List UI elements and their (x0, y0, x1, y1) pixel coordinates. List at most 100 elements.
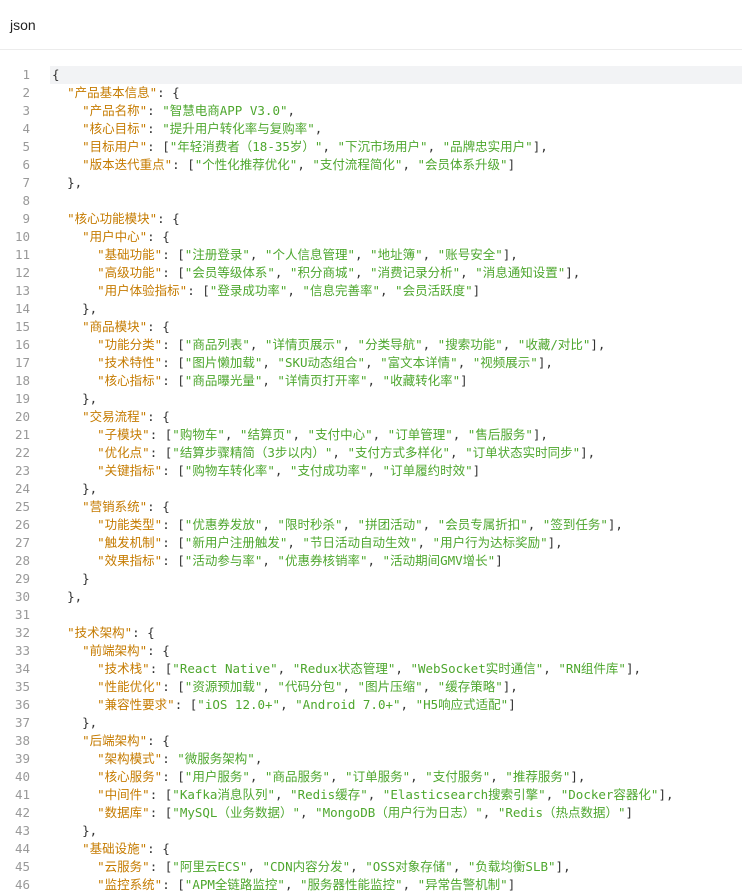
line-number: 9 (22, 211, 30, 226)
code-line[interactable]: 32 "技术架构": { (0, 624, 742, 642)
code-line[interactable]: 27 "触发机制": ["新用户注册触发", "节日活动自动生效", "用户行为… (0, 534, 742, 552)
line-number: 36 (14, 697, 30, 712)
json-string: "Elasticsearch搜索引擎" (382, 787, 546, 802)
json-punctuation: , (262, 373, 278, 388)
code-line[interactable]: 5 "目标用户": ["年轻消费者（18-35岁）", "下沉市场用户", "品… (0, 138, 742, 156)
json-punctuation: , (329, 769, 346, 784)
code-line[interactable]: 36 "兼容性要求": ["iOS 12.0+", "Android 7.0+"… (0, 696, 742, 714)
line-content: "前端架构": { (50, 642, 742, 660)
json-string: "搜索功能" (437, 337, 503, 352)
code-line[interactable]: 29 } (0, 570, 742, 588)
code-line[interactable]: 30 }, (0, 588, 742, 606)
code-line[interactable]: 17 "技术特性": ["图片懒加载", "SKU动态组合", "富文本详情",… (0, 354, 742, 372)
json-punctuation: , (452, 859, 468, 874)
json-string: "Redux状态管理" (292, 661, 396, 676)
json-punctuation: }, (67, 589, 83, 604)
code-line[interactable]: 20 "交易流程": { (0, 408, 742, 426)
code-line[interactable]: 39 "架构模式": "微服务架构", (0, 750, 742, 768)
json-punctuation: , (292, 427, 308, 442)
json-punctuation: : [ (162, 247, 185, 262)
line-content: "产品名称": "智慧电商APP V3.0", (50, 102, 742, 120)
json-string: "智慧电商APP V3.0" (162, 103, 288, 118)
code-line[interactable]: 15 "商品模块": { (0, 318, 742, 336)
code-line[interactable]: 38 "后端架构": { (0, 732, 742, 750)
code-line[interactable]: 34 "技术栈": ["React Native", "Redux状态管理", … (0, 660, 742, 678)
code-line[interactable]: 41 "中间件": ["Kafka消息队列", "Redis缓存", "Elas… (0, 786, 742, 804)
code-line[interactable]: 14 }, (0, 300, 742, 318)
json-punctuation: , (280, 697, 296, 712)
code-line[interactable]: 40 "核心服务": ["用户服务", "商品服务", "订单服务", "支付服… (0, 768, 742, 786)
code-line[interactable]: 19 }, (0, 390, 742, 408)
line-number: 33 (14, 643, 30, 658)
code-line[interactable]: 13 "用户体验指标": ["登录成功率", "信息完善率", "会员活跃度"] (0, 282, 742, 300)
json-punctuation: : [ (149, 859, 173, 874)
code-line[interactable]: 16 "功能分类": ["商品列表", "详情页展示", "分类导航", "搜索… (0, 336, 742, 354)
line-number: 43 (14, 823, 30, 838)
json-string: "优惠券核销率" (277, 553, 368, 568)
code-line[interactable]: 21 "子模块": ["购物车", "结算页", "支付中心", "订单管理",… (0, 426, 742, 444)
json-string: "资源预加载" (184, 679, 263, 694)
json-string: "详情页展示" (264, 337, 343, 352)
code-line[interactable]: 10 "用户中心": { (0, 228, 742, 246)
code-line[interactable]: 45 "云服务": ["阿里云ECS", "CDN内容分发", "OSS对象存储… (0, 858, 742, 876)
code-line[interactable]: 7 }, (0, 174, 742, 192)
json-key: "版本迭代重点" (82, 157, 173, 172)
line-number: 17 (14, 355, 30, 370)
code-line[interactable]: 11 "基础功能": ["注册登录", "个人信息管理", "地址簿", "账号… (0, 246, 742, 264)
json-punctuation: : { (147, 733, 170, 748)
json-string: "SKU动态组合" (277, 355, 366, 370)
code-line[interactable]: 44 "基础设施": { (0, 840, 742, 858)
json-punctuation: , (299, 805, 316, 820)
code-line[interactable]: 2 "产品基本信息": { (0, 84, 742, 102)
line-number: 20 (14, 409, 30, 424)
line-content: }, (50, 390, 742, 408)
json-string: "OSS对象存储" (365, 859, 453, 874)
code-line[interactable]: 26 "功能类型": ["优惠券发放", "限时秒杀", "拼团活动", "会员… (0, 516, 742, 534)
code-line[interactable]: 6 "版本迭代重点": ["个性化推荐优化", "支付流程简化", "会员体系升… (0, 156, 742, 174)
json-key: "用户体验指标" (97, 283, 188, 298)
json-string: "APM全链路监控" (184, 877, 285, 892)
code-line[interactable]: 28 "效果指标": ["活动参与率", "优惠券核销率", "活动期间GMV增… (0, 552, 742, 570)
code-line[interactable]: 43 }, (0, 822, 742, 840)
json-string: "商品曝光量" (184, 373, 263, 388)
json-punctuation: : [ (174, 697, 198, 712)
code-line[interactable]: 42 "数据库": ["MySQL（业务数据）", "MongoDB（用户行为日… (0, 804, 742, 822)
code-line[interactable]: 35 "性能优化": ["资源预加载", "代码分包", "图片压缩", "缓存… (0, 678, 742, 696)
code-line[interactable]: 22 "优化点": ["结算步骤精简（3步以内）", "支付方式多样化", "订… (0, 444, 742, 462)
line-content: "优化点": ["结算步骤精简（3步以内）", "支付方式多样化", "订单状态… (50, 444, 742, 462)
code-line[interactable]: 1{ (0, 66, 742, 84)
json-string: "Android 7.0+" (295, 697, 401, 712)
json-punctuation: , (274, 463, 290, 478)
json-string: "MongoDB（用户行为日志）" (315, 805, 483, 820)
json-punctuation: , (287, 103, 296, 118)
json-punctuation: : { (147, 319, 170, 334)
code-line[interactable]: 18 "核心指标": ["商品曝光量", "详情页打开率", "收藏转化率"] (0, 372, 742, 390)
line-content (50, 192, 742, 210)
code-editor[interactable]: 1{2 "产品基本信息": {3 "产品名称": "智慧电商APP V3.0",… (0, 66, 742, 894)
code-line[interactable]: 24 }, (0, 480, 742, 498)
json-punctuation: , (249, 769, 265, 784)
json-punctuation: ], (565, 265, 581, 280)
code-line[interactable]: 33 "前端架构": { (0, 642, 742, 660)
code-line[interactable]: 31 (0, 606, 742, 624)
code-line[interactable]: 46 "监控系统": ["APM全链路监控", "服务器性能监控", "异常告警… (0, 876, 742, 894)
line-content: }, (50, 714, 742, 732)
code-line[interactable]: 37 }, (0, 714, 742, 732)
json-punctuation: : [ (162, 769, 185, 784)
json-string: "React Native" (172, 661, 278, 676)
code-line[interactable]: 9 "核心功能模块": { (0, 210, 742, 228)
json-string: "会员等级体系" (184, 265, 275, 280)
code-line[interactable]: 12 "高级功能": ["会员等级体系", "积分商城", "消费记录分析", … (0, 264, 742, 282)
json-key: "数据库" (97, 805, 150, 820)
code-line[interactable]: 25 "营销系统": { (0, 498, 742, 516)
code-line[interactable]: 8 (0, 192, 742, 210)
code-line[interactable]: 23 "关键指标": ["购物车转化率", "支付成功率", "订单履约时效"] (0, 462, 742, 480)
code-line[interactable]: 4 "核心目标": "提升用户转化率与复购率", (0, 120, 742, 138)
line-content: "触发机制": ["新用户注册触发", "节日活动自动生效", "用户行为达标奖… (50, 534, 742, 552)
line-content: "关键指标": ["购物车转化率", "支付成功率", "订单履约时效"] (50, 462, 742, 480)
json-punctuation: ], (532, 139, 548, 154)
code-line[interactable]: 3 "产品名称": "智慧电商APP V3.0", (0, 102, 742, 120)
json-string: "推荐服务" (505, 769, 571, 784)
json-key: "监控系统" (97, 877, 163, 892)
json-string: "结算页" (239, 427, 293, 442)
